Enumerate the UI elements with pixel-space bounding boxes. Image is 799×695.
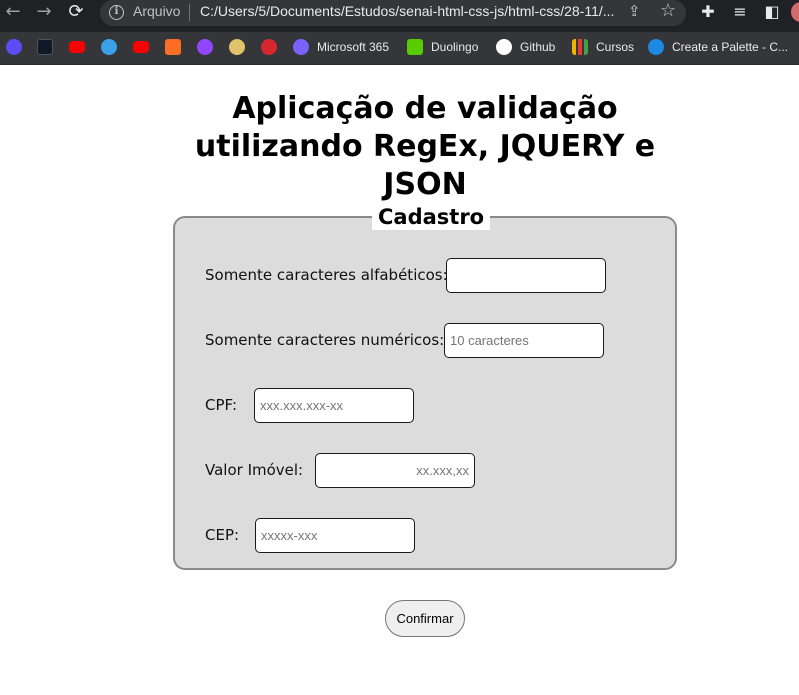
youtube-icon — [69, 41, 85, 53]
alphabetic-label: Somente caracteres alfabéticos: — [205, 266, 448, 284]
confirm-button[interactable]: Confirmar — [385, 600, 465, 637]
bookmark-item[interactable] — [37, 37, 53, 57]
bookmark-label: Microsoft 365 — [317, 40, 390, 54]
bookmark-item[interactable] — [197, 37, 213, 57]
youtube-icon — [133, 41, 149, 53]
bookmark-label: Create a Palette - C... — [672, 40, 789, 54]
valor-imovel-label: Valor Imóvel: — [205, 461, 304, 479]
browser-toolbar: ← → ⟳ i Arquivo C:/Users/5/Documents/Est… — [0, 0, 799, 32]
cadastro-fieldset: Cadastro Somente caracteres alfabéticos:… — [173, 204, 677, 570]
url-text[interactable]: C:/Users/5/Documents/Estudos/senai-html-… — [200, 3, 614, 19]
bookmark-create-palette[interactable]: Create a Palette - C... — [648, 37, 788, 57]
bookmark-cursos[interactable]: Cursos — [572, 37, 634, 57]
twitch-icon — [197, 39, 213, 55]
media-queue-icon[interactable]: ≡ — [730, 2, 750, 21]
bookmark-item[interactable] — [101, 37, 117, 57]
github-icon — [496, 39, 512, 55]
bookmark-star-icon[interactable]: ☆ — [660, 0, 676, 21]
bookmark-item[interactable] — [6, 37, 22, 57]
share-icon[interactable]: ⇪ — [628, 2, 641, 20]
bookmark-item[interactable] — [133, 37, 149, 57]
cpf-label: CPF: — [205, 396, 238, 414]
duolingo-icon — [407, 39, 423, 55]
bookmark-app-icon — [6, 39, 22, 55]
microsoft365-icon — [293, 39, 309, 55]
bookmark-item[interactable] — [261, 37, 277, 57]
valor-imovel-input[interactable] — [315, 453, 475, 488]
cep-input[interactable] — [255, 518, 415, 553]
alphabetic-input[interactable] — [446, 258, 606, 293]
amazon-icon — [37, 39, 53, 55]
security-label: Arquivo — [133, 3, 181, 19]
bookmark-label: Duolingo — [431, 40, 479, 54]
page-title: Aplicação de validação utilizando RegEx,… — [194, 91, 656, 202]
address-divider — [189, 4, 190, 21]
bookmark-github[interactable]: Github — [496, 37, 555, 57]
forward-button[interactable]: → — [31, 0, 57, 25]
info-icon[interactable]: i — [109, 5, 124, 20]
bookmark-label: Github — [520, 40, 556, 54]
reload-button[interactable]: ⟳ — [63, 0, 89, 25]
bookmark-item[interactable] — [165, 37, 181, 57]
chart-icon — [572, 39, 588, 55]
back-button[interactable]: ← — [0, 0, 26, 25]
palette-icon — [648, 39, 664, 55]
bookmark-duolingo[interactable]: Duolingo — [407, 37, 478, 57]
bookmarks-bar: Microsoft 365 Duolingo Github Cursos Cre… — [0, 32, 799, 65]
cep-label: CEP: — [205, 526, 240, 544]
fieldset-legend: Cadastro — [372, 204, 491, 230]
bookmark-item[interactable] — [229, 37, 245, 57]
bookmark-item[interactable] — [69, 37, 85, 57]
numeric-input[interactable] — [444, 323, 604, 358]
side-panel-icon[interactable]: ◧ — [762, 2, 782, 21]
gitlab-icon — [165, 39, 181, 55]
mega-icon — [261, 39, 277, 55]
extensions-puzzle-icon[interactable]: ✚ — [698, 2, 718, 21]
app-icon — [101, 39, 117, 55]
onepiece-icon — [229, 39, 245, 55]
cpf-input[interactable] — [254, 388, 414, 423]
profile-avatar[interactable] — [791, 2, 799, 22]
bookmark-microsoft365[interactable]: Microsoft 365 — [293, 37, 389, 57]
address-bar[interactable]: i Arquivo C:/Users/5/Documents/Estudos/s… — [100, 0, 686, 26]
bookmark-label: Cursos — [596, 40, 635, 54]
numeric-label: Somente caracteres numéricos: — [205, 331, 445, 349]
